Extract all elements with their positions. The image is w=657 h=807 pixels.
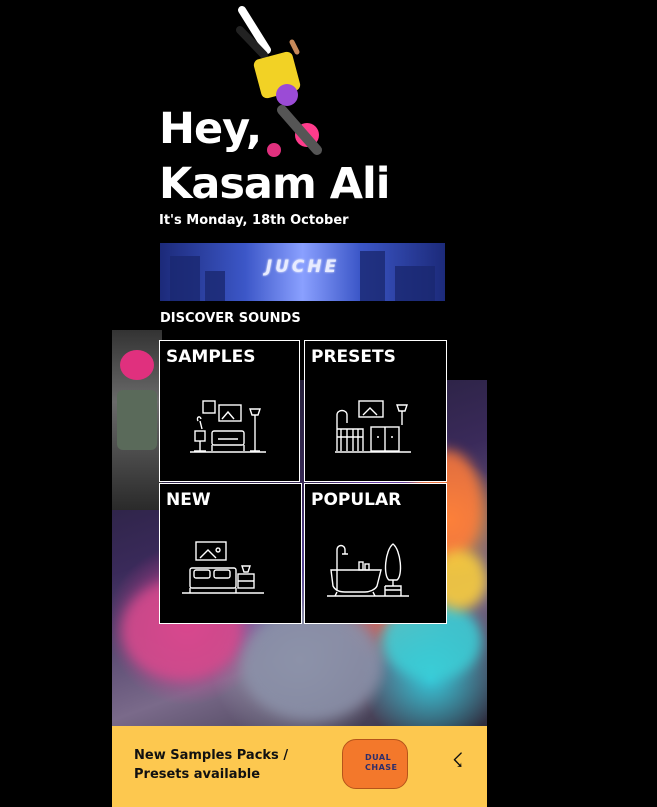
category-card-samples[interactable]: SAMPLES xyxy=(159,340,300,482)
new-packs-message: New Samples Packs / Presets available xyxy=(134,748,289,782)
side-character-art xyxy=(112,330,162,510)
banner-logo: JUCHE xyxy=(265,257,340,277)
date-text: It's Monday, 18th October xyxy=(159,213,349,228)
discover-grid: SAMPLES PRESETS NEW POPULAR xyxy=(159,340,447,624)
card-label: SAMPLES xyxy=(166,347,256,367)
bedroom-icon xyxy=(182,541,264,594)
bedroom-crib-icon xyxy=(335,400,411,453)
new-packs-banner[interactable]: New Samples Packs / Presets available DU… xyxy=(112,726,487,807)
greeting-heading: Hey, Kasam Ali xyxy=(159,102,390,212)
category-card-popular[interactable]: POPULAR xyxy=(304,483,447,624)
category-card-new[interactable]: NEW xyxy=(159,483,302,624)
app-screen: Hey, Kasam Ali It's Monday, 18th October… xyxy=(112,0,487,807)
bathroom-icon xyxy=(327,543,409,597)
card-label: POPULAR xyxy=(311,490,402,510)
card-label: NEW xyxy=(166,490,211,510)
lightning-icon[interactable]: ☇ xyxy=(452,748,463,772)
living-room-icon xyxy=(190,400,266,453)
category-card-presets[interactable]: PRESETS xyxy=(304,340,447,482)
pack-label: DUAL CHASE xyxy=(365,753,398,772)
pack-thumbnail[interactable]: DUAL CHASE xyxy=(342,739,408,789)
user-name: Kasam Ali xyxy=(159,159,390,209)
featured-banner[interactable]: JUCHE xyxy=(160,243,445,301)
section-title: DISCOVER SOUNDS xyxy=(160,311,301,326)
card-label: PRESETS xyxy=(311,347,396,367)
greeting-line1: Hey, xyxy=(159,104,262,154)
